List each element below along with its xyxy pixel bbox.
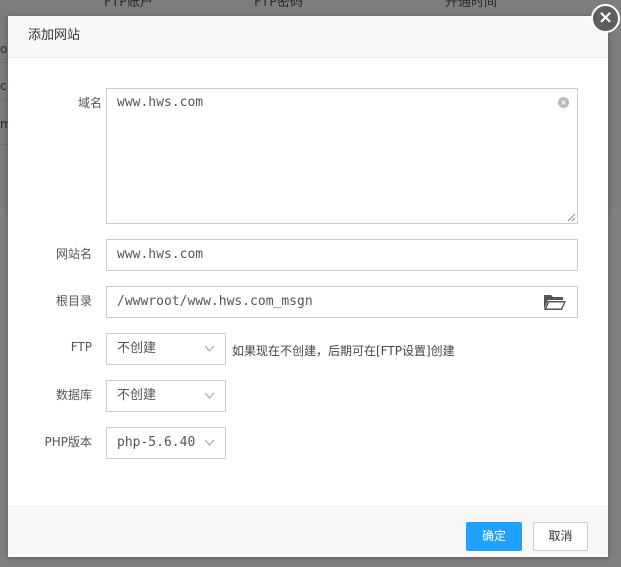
ftp-label: FTP bbox=[70, 340, 92, 354]
php-version-selected: php-5.6.40 bbox=[117, 435, 196, 450]
dialog-footer: 确定 取消 bbox=[8, 506, 608, 557]
ftp-select[interactable]: 不创建 bbox=[106, 333, 226, 365]
site-name-label: 网站名 bbox=[55, 247, 92, 261]
bg-row-text: o bbox=[0, 42, 8, 56]
database-select[interactable]: 不创建 bbox=[106, 380, 226, 412]
chevron-down-icon bbox=[204, 439, 215, 446]
bg-header-open-time: 开通时间 bbox=[445, 0, 498, 10]
chevron-down-icon bbox=[204, 345, 215, 352]
php-version-label: PHP版本 bbox=[44, 435, 93, 449]
chevron-down-icon bbox=[204, 392, 215, 399]
database-label: 数据库 bbox=[55, 388, 92, 402]
close-icon[interactable]: × bbox=[591, 4, 620, 33]
bg-row-text: c bbox=[0, 79, 7, 93]
domain-value: www.hws.com bbox=[117, 95, 204, 110]
site-name-value: www.hws.com bbox=[117, 247, 204, 262]
bg-header-ftp-account: FTP账户 bbox=[104, 0, 154, 10]
bg-divider bbox=[0, 62, 8, 63]
add-site-dialog: 添加网站 域名 www.hws.com × 网站名 www.hws.com 根目… bbox=[8, 16, 608, 557]
cancel-button[interactable]: 取消 bbox=[533, 522, 588, 551]
root-dir-label: 根目录 bbox=[55, 294, 92, 308]
dialog-title: 添加网站 bbox=[8, 16, 608, 58]
ftp-selected: 不创建 bbox=[117, 341, 157, 356]
root-dir-input[interactable]: /wwwroot/www.hws.com_msgn bbox=[106, 286, 578, 318]
clear-icon[interactable]: × bbox=[558, 97, 569, 108]
bg-divider bbox=[0, 100, 8, 101]
site-name-input[interactable]: www.hws.com bbox=[106, 239, 578, 271]
domain-textarea[interactable]: www.hws.com × bbox=[106, 88, 578, 224]
php-version-select[interactable]: php-5.6.40 bbox=[106, 427, 226, 459]
database-selected: 不创建 bbox=[117, 388, 157, 403]
root-dir-value: /wwwroot/www.hws.com_msgn bbox=[117, 294, 313, 309]
bg-header-ftp-password: FTP密码 bbox=[254, 0, 304, 10]
ftp-hint: 如果现在不创建，后期可在[FTP设置]创建 bbox=[232, 344, 455, 358]
confirm-button[interactable]: 确定 bbox=[466, 522, 522, 551]
domain-label: 域名 bbox=[77, 96, 102, 110]
bg-divider bbox=[0, 144, 8, 145]
resize-handle-icon[interactable] bbox=[567, 213, 576, 222]
folder-open-icon[interactable] bbox=[543, 293, 567, 311]
